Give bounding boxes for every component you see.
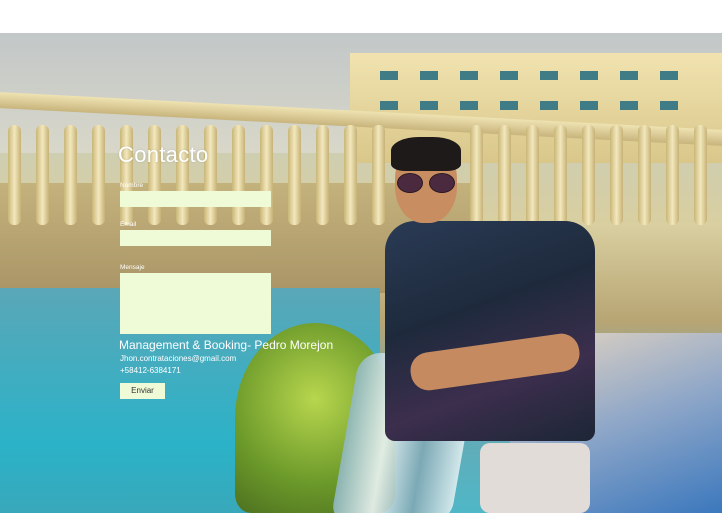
hero-background-photo [0, 33, 722, 513]
email-field[interactable] [120, 230, 271, 246]
name-field[interactable] [120, 191, 271, 207]
page-title: Contacto [118, 142, 209, 167]
person-photo [385, 137, 600, 513]
contact-phone: +58412-6384171 [120, 366, 181, 375]
email-label: Email [120, 221, 137, 228]
send-button[interactable]: Enviar [120, 383, 165, 399]
management-booking-text: Management & Booking- Pedro Morejon [119, 338, 334, 352]
contact-email: Jhon.contrataciones@gmail.com [120, 354, 237, 363]
message-label: Mensaje [120, 264, 145, 271]
message-field[interactable] [120, 273, 271, 334]
name-label: Nombre [120, 182, 144, 189]
